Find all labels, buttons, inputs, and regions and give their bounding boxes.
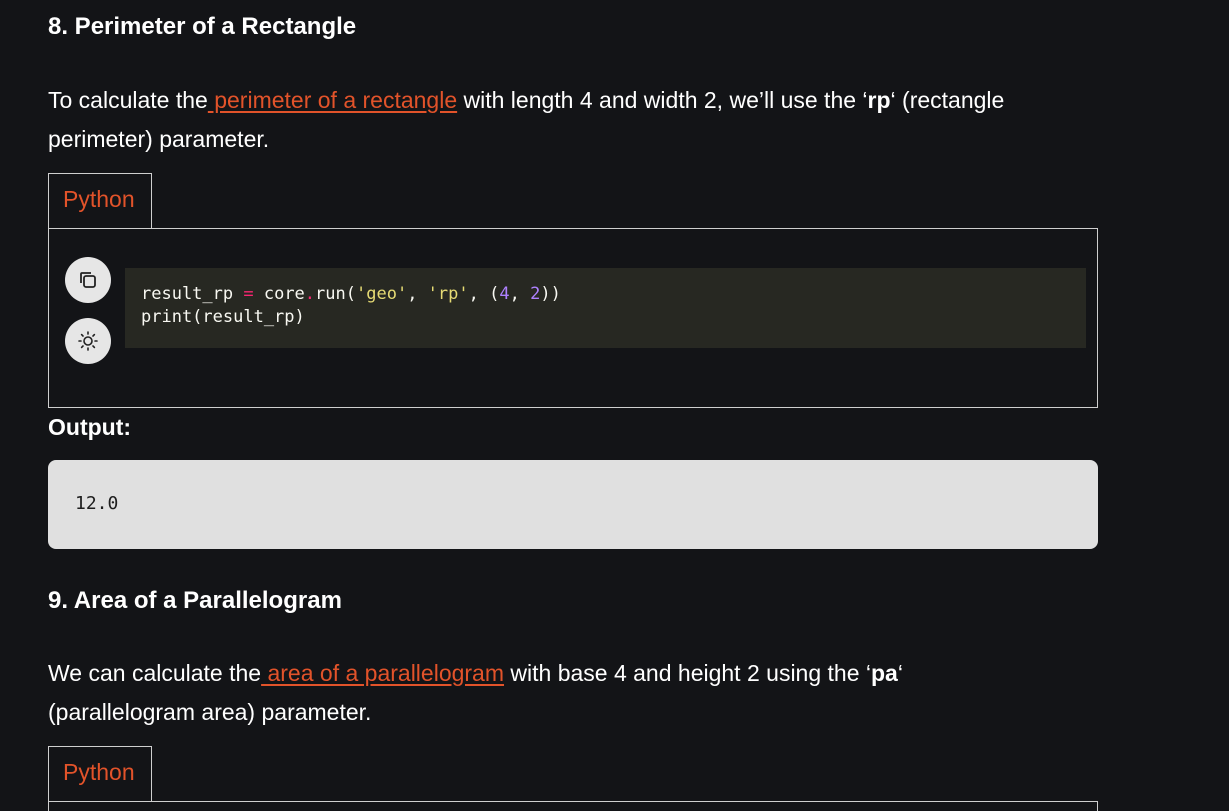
copy-code-button[interactable]: [65, 257, 111, 303]
code-line: print(result_rp): [141, 307, 305, 327]
code-block[interactable]: result_rp = core.run('geo', 'rp', (4, 2)…: [125, 268, 1086, 348]
section-heading-area-parallelogram: 9. Area of a Parallelogram: [48, 587, 342, 614]
copy-icon: [80, 272, 96, 288]
sun-icon: [78, 331, 98, 351]
code-token: =: [243, 284, 254, 304]
tab-python[interactable]: Python: [48, 173, 152, 228]
output-label: Output:: [48, 414, 132, 440]
param-pa: pa: [871, 660, 898, 686]
paragraph-text: To calculate the: [48, 87, 208, 113]
code-token: result_rp: [141, 284, 244, 304]
code-panel: [48, 801, 1098, 811]
tab-label: Python: [63, 186, 135, 212]
code-token: core: [253, 284, 305, 304]
toggle-theme-button[interactable]: [65, 318, 111, 364]
code-token: 4: [499, 284, 510, 304]
param-rp: rp: [867, 87, 891, 113]
code-token: , (: [468, 284, 500, 304]
code-token: 'rp': [427, 284, 469, 304]
link-perimeter-of-rectangle[interactable]: perimeter of a rectangle: [208, 87, 457, 113]
paragraph-text: with base 4 and height 2 using the ‘: [504, 660, 871, 686]
code-token: 2: [530, 284, 541, 304]
code-token: ,: [509, 284, 531, 304]
output-value: 12.0: [75, 493, 119, 514]
tab-python[interactable]: Python: [48, 746, 152, 801]
section-paragraph-perimeter: To calculate the perimeter of a rectangl…: [48, 81, 1048, 159]
code-token: 'geo': [356, 284, 408, 304]
link-area-of-parallelogram[interactable]: area of a parallelogram: [261, 660, 504, 686]
code-token: run(: [315, 284, 356, 304]
paragraph-text: We can calculate the: [48, 660, 262, 686]
output-box: 12.0: [48, 460, 1098, 549]
section-heading-perimeter-rectangle: 8. Perimeter of a Rectangle: [48, 13, 357, 40]
code-token: .: [304, 284, 316, 304]
tab-label: Python: [63, 759, 135, 785]
section-paragraph-parallelogram: We can calculate the area of a parallelo…: [48, 654, 1048, 732]
code-panel: result_rp = core.run('geo', 'rp', (4, 2)…: [48, 228, 1098, 408]
paragraph-text: with length 4 and width 2, we’ll use the…: [457, 87, 868, 113]
code-token: )): [540, 284, 561, 304]
code-token: ,: [407, 284, 428, 304]
